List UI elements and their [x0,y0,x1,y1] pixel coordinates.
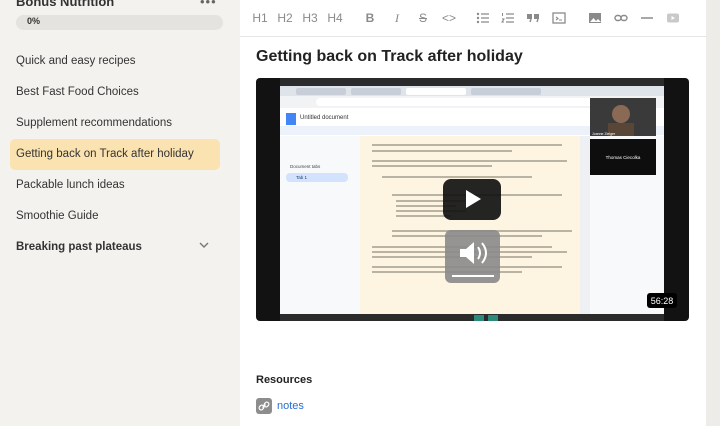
video-duration: 56:28 [647,293,677,308]
sidebar-item-fast-food[interactable]: Best Fast Food Choices [10,77,220,108]
code-icon[interactable]: <> [440,9,458,27]
sidebar-item-back-on-track[interactable]: Getting back on Track after holiday [10,139,220,170]
page-scrollbar[interactable] [706,0,720,426]
sidebar-item-label: Smoothie Guide [16,210,99,222]
lesson-editor: H1 H2 H3 H4 B I S <> Getting back on Tra… [240,0,706,426]
sidebar-item-smoothie-guide[interactable]: Smoothie Guide [10,201,220,232]
page-title: Getting back on Track after holiday [256,48,523,65]
sidebar-item-label: Packable lunch ideas [16,179,125,191]
video-frame: Untitled document Document tabs Tab 1 Jo… [280,78,664,321]
heading-3-icon[interactable]: H3 [302,9,318,27]
sidebar-item-label: Getting back on Track after holiday [16,148,194,160]
heading-1-icon[interactable]: H1 [252,9,268,27]
presenter-2-name: Thomas Ciecolka [606,155,641,160]
horizontal-rule-icon[interactable] [639,9,655,27]
quote-icon[interactable] [525,9,541,27]
heading-4-icon[interactable]: H4 [327,9,343,27]
code-block-icon[interactable] [551,9,567,27]
presenter-1-name: Joanne Zielger [592,132,616,136]
progress-bar: 0% [16,15,223,30]
more-options-icon[interactable]: ••• [200,0,217,9]
sidebar-item-label: Quick and easy recipes [16,55,136,67]
image-icon[interactable] [587,9,603,27]
italic-icon[interactable]: I [390,9,404,27]
doc-tab: Tab 1 [296,175,308,180]
sidebar-item-supplements[interactable]: Supplement recommendations [10,108,220,139]
sidebar-item-quick-recipes[interactable]: Quick and easy recipes [10,46,220,77]
numbered-list-icon[interactable] [500,9,516,27]
link-icon[interactable] [613,9,629,27]
bold-icon[interactable]: B [363,9,377,27]
sidebar-item-label: Supplement recommendations [16,117,172,129]
resources-heading: Resources [256,374,313,386]
sidebar-section-plateaus[interactable]: Breaking past plateaus [10,232,220,263]
heading-2-icon[interactable]: H2 [277,9,293,27]
chevron-down-icon[interactable] [198,239,210,251]
sidebar-item-label: Breaking past plateaus [16,241,142,253]
resource-link-label: notes [277,400,304,412]
editor-toolbar: H1 H2 H3 H4 B I S <> [240,0,706,37]
sidebar: Bonus Nutrition ••• 0% Quick and easy re… [0,0,232,426]
course-title: Bonus Nutrition [16,0,115,9]
progress-label: 0% [27,16,41,26]
doc-tabs-label: Document tabs [290,164,321,169]
strikethrough-icon[interactable]: S [416,9,430,27]
link-icon [256,398,272,414]
doc-title: Untitled document [300,115,349,121]
sidebar-item-label: Best Fast Food Choices [16,86,139,98]
sidebar-item-lunch-ideas[interactable]: Packable lunch ideas [10,170,220,201]
video-icon[interactable] [665,9,681,27]
video-player[interactable]: Untitled document Document tabs Tab 1 Jo… [256,78,689,321]
bulleted-list-icon[interactable] [475,9,491,27]
